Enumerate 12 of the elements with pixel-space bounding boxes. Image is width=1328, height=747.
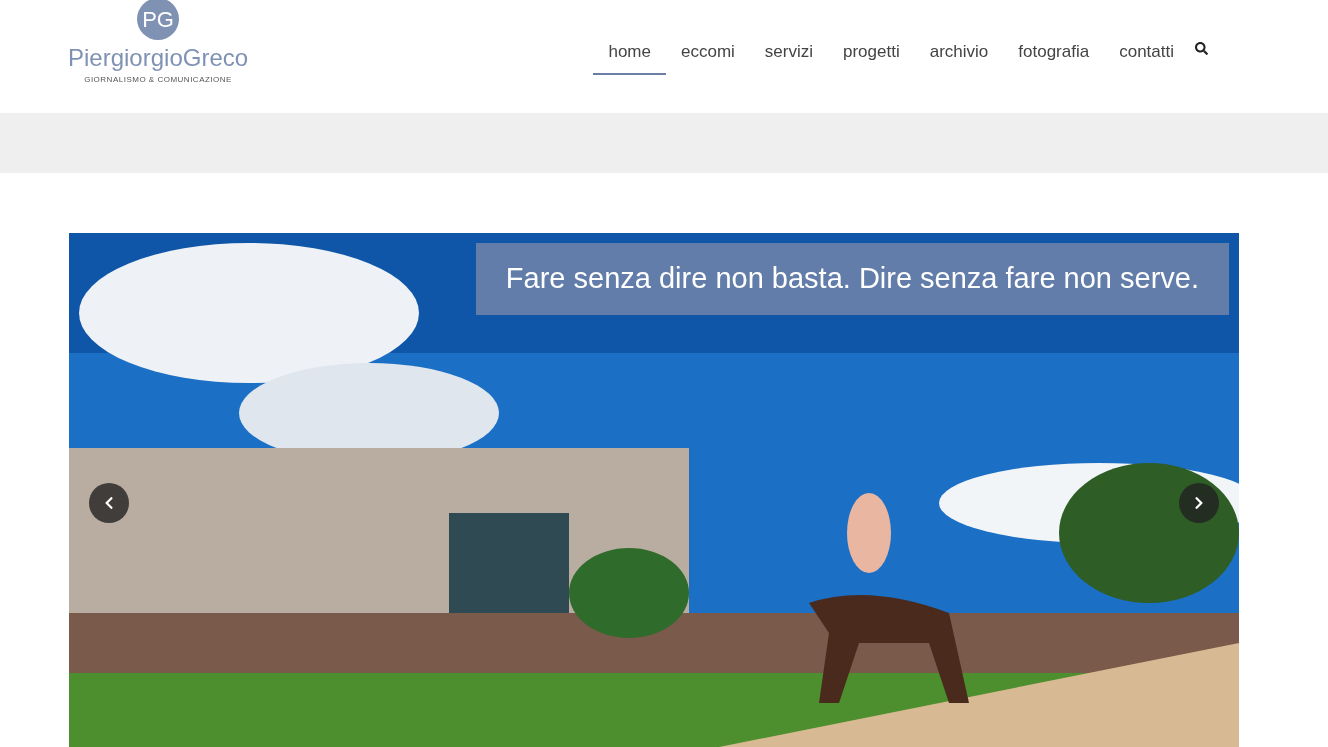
- search-icon[interactable]: [1195, 42, 1208, 55]
- logo-name: PiergiorgioGreco: [68, 43, 249, 73]
- nav-link[interactable]: contatti: [1104, 36, 1189, 75]
- nav-link[interactable]: servizi: [749, 36, 828, 75]
- slide-caption: Fare senza dire non basta. Dire senza fare non serve.: [475, 243, 1229, 315]
- nav-link[interactable]: fotografia: [1003, 36, 1105, 75]
- nav-link[interactable]: archivio: [914, 36, 1004, 75]
- nav-link[interactable]: eccomi: [665, 36, 750, 75]
- nav-link[interactable]: home: [593, 36, 666, 75]
- logo-tagline: GIORNALISMO & COMUNICAZIONE: [84, 74, 232, 86]
- logo-monogram: PG: [137, 0, 180, 40]
- nav-link[interactable]: progetti: [828, 36, 915, 75]
